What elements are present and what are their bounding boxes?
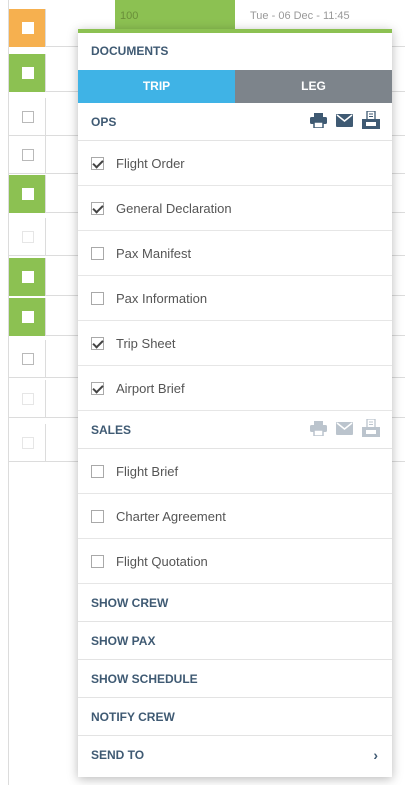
doc-label: Pax Manifest xyxy=(116,245,192,261)
doc-item-airport-brief[interactable]: Airport Brief xyxy=(78,366,392,411)
row-select-cell[interactable] xyxy=(8,340,46,378)
sales-section-label: SALES xyxy=(91,422,132,437)
row-select-cell[interactable] xyxy=(8,298,46,336)
row-select-cell[interactable] xyxy=(8,218,46,256)
doc-label: Trip Sheet xyxy=(116,335,176,351)
checkbox[interactable] xyxy=(91,336,104,350)
row-checkbox[interactable] xyxy=(22,393,34,405)
email-icon[interactable] xyxy=(336,113,353,130)
print-icon xyxy=(310,420,327,439)
row-select-cell[interactable] xyxy=(8,136,46,174)
checkbox[interactable] xyxy=(91,201,104,215)
notify-crew-action[interactable]: NOTIFY CREW xyxy=(78,698,392,736)
checkbox[interactable] xyxy=(91,156,104,170)
tray-icon xyxy=(362,418,380,440)
checkbox[interactable] xyxy=(91,381,104,395)
show-pax-action[interactable]: SHOW PAX xyxy=(78,622,392,660)
doc-item-flight-order[interactable]: Flight Order xyxy=(78,141,392,186)
doc-item-general-declaration[interactable]: General Declaration xyxy=(78,186,392,231)
doc-label: General Declaration xyxy=(116,200,232,216)
print-icon[interactable] xyxy=(310,112,327,131)
action-label: NOTIFY CREW xyxy=(91,709,175,724)
action-label: SEND TO xyxy=(91,748,145,762)
sales-section-header: SALES xyxy=(78,411,392,449)
row-select-cell[interactable] xyxy=(8,258,46,296)
row-checkbox[interactable] xyxy=(22,271,34,283)
ops-actions xyxy=(310,110,380,132)
tab-leg[interactable]: LEG xyxy=(235,70,392,103)
doc-label: Airport Brief xyxy=(116,380,185,396)
document-scope-tabs: TRIP LEG xyxy=(78,70,392,103)
doc-item-trip-sheet[interactable]: Trip Sheet xyxy=(78,321,392,366)
show-crew-action[interactable]: SHOW CREW xyxy=(78,584,392,622)
row-checkbox[interactable] xyxy=(22,67,34,79)
documents-dropdown: DOCUMENTS TRIP LEG OPS Flight Order Gene… xyxy=(78,29,392,777)
row-checkbox[interactable] xyxy=(22,353,34,365)
row-checkbox[interactable] xyxy=(22,188,34,200)
checkbox[interactable] xyxy=(91,464,104,478)
ops-section-label: OPS xyxy=(91,114,117,129)
checkbox[interactable] xyxy=(91,554,104,568)
doc-item-flight-quotation[interactable]: Flight Quotation xyxy=(78,539,392,584)
row-select-cell[interactable] xyxy=(8,9,46,47)
action-label: SHOW PAX xyxy=(91,633,156,648)
sales-actions xyxy=(310,418,380,440)
row-checkbox[interactable] xyxy=(22,149,34,161)
tab-trip[interactable]: TRIP xyxy=(78,70,235,103)
doc-label: Flight Brief xyxy=(116,463,179,479)
doc-item-pax-information[interactable]: Pax Information xyxy=(78,276,392,321)
ops-section-header: OPS xyxy=(78,103,392,141)
row-select-cell[interactable] xyxy=(8,54,46,92)
row-checkbox[interactable] xyxy=(22,111,34,123)
doc-label: Charter Agreement xyxy=(116,508,226,524)
action-label: SHOW CREW xyxy=(91,595,169,610)
doc-label: Pax Information xyxy=(116,290,208,306)
checkbox[interactable] xyxy=(91,291,104,305)
checkbox[interactable] xyxy=(91,509,104,523)
doc-item-flight-brief[interactable]: Flight Brief xyxy=(78,449,392,494)
documents-header: DOCUMENTS xyxy=(91,44,169,58)
row-select-cell[interactable] xyxy=(8,380,46,418)
row-select-cell[interactable] xyxy=(8,175,46,213)
doc-label: Flight Quotation xyxy=(116,553,208,569)
doc-item-pax-manifest[interactable]: Pax Manifest xyxy=(78,231,392,276)
row-checkbox[interactable] xyxy=(22,22,34,34)
send-to-action[interactable]: SEND TO › xyxy=(78,736,392,774)
doc-label: Flight Order xyxy=(116,155,185,171)
row-checkbox[interactable] xyxy=(22,437,34,449)
show-schedule-action[interactable]: SHOW SCHEDULE xyxy=(78,660,392,698)
checkbox[interactable] xyxy=(91,246,104,260)
tray-icon[interactable] xyxy=(362,110,380,132)
chevron-right-icon: › xyxy=(373,747,378,763)
email-icon xyxy=(336,421,353,438)
doc-item-charter-agreement[interactable]: Charter Agreement xyxy=(78,494,392,539)
row-checkbox[interactable] xyxy=(22,231,34,243)
action-label: SHOW SCHEDULE xyxy=(91,671,198,686)
row-select-cell[interactable] xyxy=(8,98,46,136)
row-checkbox[interactable] xyxy=(22,311,34,323)
row-select-cell[interactable] xyxy=(8,424,46,462)
